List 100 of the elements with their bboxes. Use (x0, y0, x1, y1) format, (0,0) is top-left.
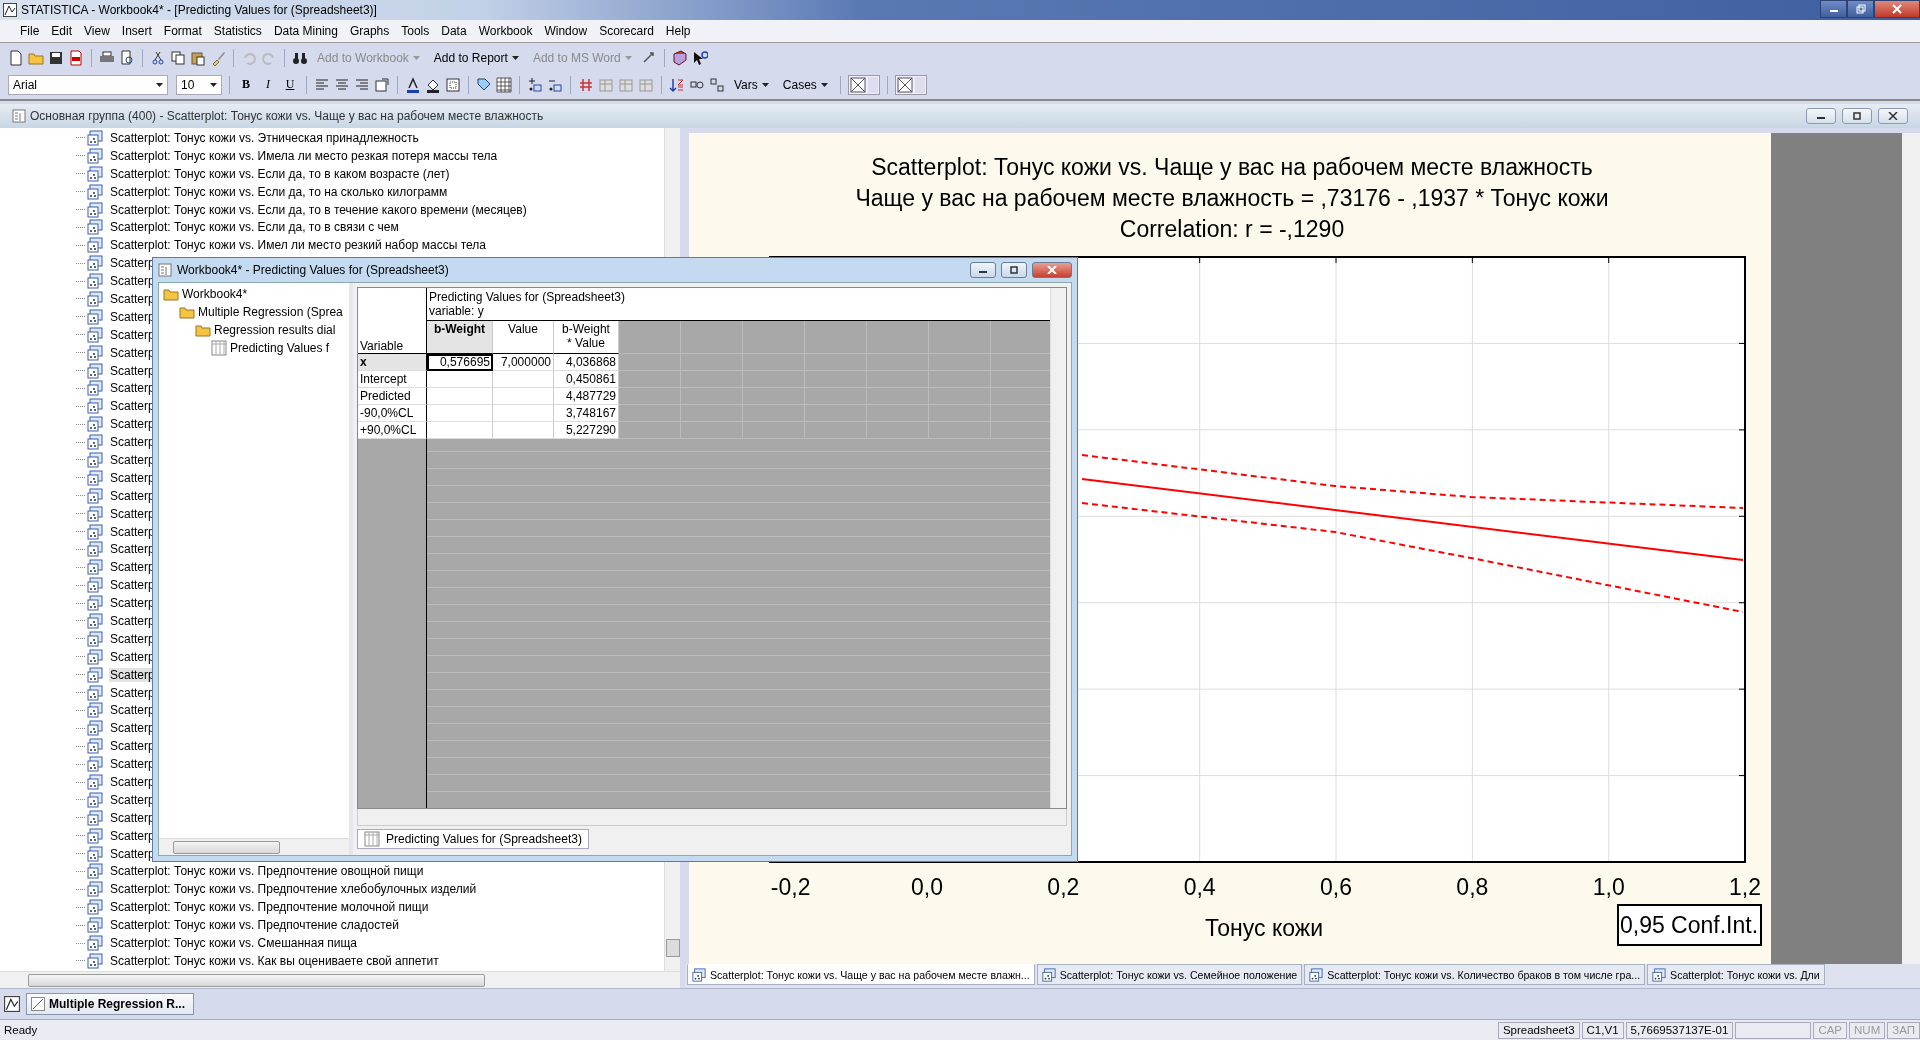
close-button[interactable] (1878, 108, 1908, 124)
sort-icon[interactable] (669, 76, 685, 93)
close-button[interactable] (1874, 0, 1920, 18)
tree-item[interactable]: Scatterplot: Тонус кожи vs. Предпочтение хлебобулочных изделий (109, 882, 478, 897)
restore-button[interactable] (1001, 262, 1027, 278)
tree-item[interactable]: Scatterplot: Тонус кожи vs. Имел ли место резкий набор массы тела (109, 238, 488, 253)
paste-icon[interactable] (190, 49, 206, 66)
scatterplot-icon (87, 398, 103, 415)
menu-item[interactable]: Graphs (343, 24, 396, 38)
scatterplot-icon (87, 362, 103, 379)
spreadsheet-icon (364, 831, 380, 847)
border-icon[interactable] (445, 76, 461, 93)
tree-item[interactable]: Scatterplot: Тонус кожи vs. Предпочтение молочной пищи (109, 900, 430, 915)
menu-item[interactable]: Insert (115, 24, 158, 38)
tree-item[interactable]: Regression results dial (214, 323, 336, 337)
tree-item[interactable]: Scatterplot: Тонус кожи vs. Предпочтение овощной пищи (109, 864, 425, 879)
chart-title: Чаще у вас на рабочем месте влажность = ,73176 - ,1937 * Тонус кожи (855, 185, 1609, 211)
hash-icon[interactable] (578, 76, 594, 93)
underline-button[interactable]: U (281, 77, 299, 92)
print-preview-icon[interactable] (119, 49, 135, 66)
scatterplot-icon (87, 738, 103, 755)
row-header[interactable]: Intercept (358, 371, 427, 388)
increase-decimal-icon[interactable] (527, 76, 543, 93)
window-title: STATISTICA - Workbook4* - [Predicting Values for (Spreadsheet3)] (21, 3, 377, 17)
menu-item[interactable]: Statistics (207, 24, 268, 38)
taskbar-button[interactable]: Multiple Regression R... (26, 993, 195, 1015)
font-dropdown[interactable]: Arial (8, 74, 168, 95)
vars-dropdown-button[interactable]: Vars (729, 77, 774, 92)
restore-button[interactable] (1847, 0, 1874, 18)
tree-item[interactable]: Scatterplot: Тонус кожи vs. Если да, то в течение какого времени (месяцев) (109, 202, 528, 217)
minimize-button[interactable] (970, 262, 996, 278)
menu-item[interactable]: Workbook (472, 24, 539, 38)
chart-tab[interactable]: Scatterplot: Тонус кожи vs. Количество браков в том числе гра... (1304, 964, 1646, 985)
folder-icon (179, 304, 195, 320)
tree-item[interactable]: Scatterplot: Тонус кожи vs. Имела ли место резкая потеря массы тела (109, 148, 499, 163)
align-right-icon[interactable] (354, 76, 370, 93)
chart-tab[interactable]: Scatterplot: Тонус кожи vs. Чаще у вас на рабочем месте влажн... (687, 964, 1035, 985)
tree-item[interactable]: Predicting Values f (230, 341, 330, 355)
minimize-button[interactable] (1806, 108, 1836, 124)
grid-icon[interactable] (496, 76, 512, 93)
restore-button[interactable] (1842, 108, 1872, 124)
sheet-tab[interactable]: Predicting Values for (Spreadsheet3) (357, 829, 589, 849)
tree-item[interactable]: Scatterplot: Тонус кожи vs. Если да, то в каком возрасте (лет) (109, 166, 451, 181)
status-indicator: CAP (1813, 1021, 1848, 1039)
row-header[interactable]: Predicted (358, 388, 427, 405)
app-logo-icon[interactable] (4, 996, 20, 1012)
menu-item[interactable]: Format (157, 24, 208, 38)
tree-item[interactable]: Scatterplot: Тонус кожи vs. Предпочтение сладостей (109, 918, 400, 933)
scrollbar[interactable] (1902, 133, 1920, 964)
align-left-icon[interactable] (314, 76, 330, 93)
scroll-thumb[interactable] (28, 974, 485, 987)
save-icon[interactable] (48, 49, 64, 66)
menu-item[interactable]: Help (659, 24, 697, 38)
new-document-icon[interactable] (8, 49, 24, 66)
copy-icon[interactable] (170, 49, 186, 66)
menu-item[interactable]: Data Mining (267, 24, 344, 38)
menu-item[interactable]: Scorecard (593, 24, 660, 38)
row-header[interactable]: x (358, 354, 427, 371)
tree-item[interactable]: Scatterplot: Тонус кожи vs. Смешанная пища (109, 936, 358, 950)
format-cells-icon[interactable] (374, 76, 390, 93)
align-center-icon[interactable] (334, 76, 350, 93)
column-header[interactable]: Value (493, 321, 554, 354)
chart-title: Scatterplot: Тонус кожи vs. Чаще у вас на рабочем месте влажность (871, 154, 1593, 180)
font-color-icon[interactable] (405, 76, 421, 93)
cases-dropdown-button[interactable]: Cases (777, 77, 833, 92)
pattern-dropdown[interactable] (894, 74, 927, 95)
menu-item[interactable]: View (78, 24, 116, 38)
tree-item[interactable]: Scatterplot: Тонус кожи vs. Этническая принадлежность (109, 130, 420, 145)
chart-tab[interactable]: Scatterplot: Тонус кожи vs. Дли (1647, 964, 1825, 985)
menu-item[interactable]: Window (538, 24, 594, 38)
scrollbar[interactable] (0, 971, 680, 988)
cut-icon[interactable] (150, 49, 166, 66)
minimize-button[interactable] (1820, 0, 1847, 18)
pdf-document-icon[interactable] (68, 49, 84, 66)
menu-item[interactable]: File (14, 24, 46, 38)
column-header[interactable]: b-Weight (427, 321, 493, 354)
query-icon[interactable] (709, 76, 725, 93)
italic-button[interactable]: I (259, 77, 277, 92)
scroll-thumb[interactable] (666, 939, 680, 957)
scrollbar[interactable] (159, 838, 349, 855)
tree-item[interactable]: Scatterplot: Тонус кожи vs. Если да, то на сколько килограмм (109, 184, 449, 199)
tree-item[interactable]: Scatterplot: Тонус кожи vs. Как вы оцениваете свой аппетит (109, 953, 440, 968)
tag-icon[interactable] (476, 76, 492, 93)
menu-item[interactable]: Data (435, 24, 473, 38)
scroll-thumb[interactable] (173, 841, 280, 854)
toolbar-dropdown-button[interactable]: Add to Report (428, 50, 524, 65)
tree-item[interactable]: Workbook4* (182, 287, 248, 301)
scrollbar[interactable] (1050, 288, 1066, 808)
brush-icon[interactable] (210, 49, 226, 66)
row-header[interactable]: -90,0%CL (358, 405, 427, 422)
menu-item[interactable]: Edit (45, 24, 79, 38)
menu-item[interactable]: Tools (395, 24, 436, 38)
tree-item[interactable]: Scatterplot: Тонус кожи vs. Если да, то в связи с чем (109, 220, 400, 235)
scrollbar[interactable] (357, 809, 1067, 826)
chart-tab[interactable]: Scatterplot: Тонус кожи vs. Семейное положение (1036, 964, 1303, 985)
font-size-dropdown[interactable]: 10 (176, 74, 222, 95)
tree-item[interactable]: Multiple Regression (Sprea (198, 305, 343, 319)
help-pointer-icon[interactable] (691, 49, 708, 66)
bold-button[interactable]: B (237, 77, 255, 92)
pattern-dropdown[interactable] (847, 74, 880, 95)
